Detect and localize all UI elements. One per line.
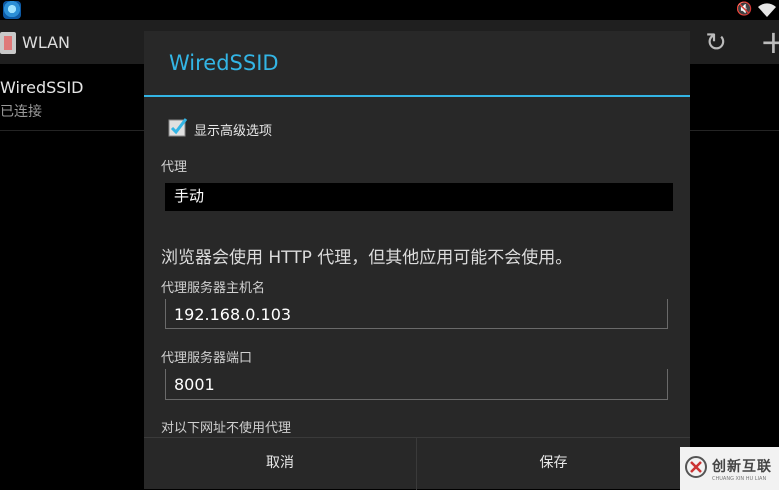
proxy-host-value: 192.168.0.103 (174, 305, 292, 324)
page-title: WLAN (22, 33, 71, 52)
bypass-label: 对以下网址不使用代理 (161, 421, 292, 436)
app-notification-icon (3, 1, 21, 19)
proxy-label: 代理 (161, 160, 188, 175)
add-network-icon[interactable]: + (760, 26, 779, 58)
advanced-options-checkbox[interactable] (168, 117, 188, 137)
advanced-options-label[interactable]: 显示高级选项 (194, 120, 272, 139)
network-dialog: WiredSSID 显示高级选项 代理 手动 浏览器会使用 HTTP 代理，但其… (144, 31, 690, 490)
mute-icon: 🔇 (736, 2, 753, 17)
proxy-host-input[interactable]: 192.168.0.103 (165, 299, 668, 329)
wlan-settings-icon (0, 32, 16, 54)
watermark-text: 创新互联 (712, 459, 772, 475)
port-label: 代理服务器端口 (161, 351, 253, 366)
proxy-warning: 浏览器会使用 HTTP 代理，但其他应用可能不会使用。 (161, 248, 573, 268)
dialog-button-bar: 取消 保存 (144, 437, 690, 490)
watermark-subtext: CHUANG XIN HU LIAN (712, 476, 767, 482)
dialog-title: WiredSSID (169, 51, 279, 75)
proxy-port-input[interactable]: 8001 (165, 369, 668, 400)
save-button[interactable]: 保存 (417, 438, 690, 490)
network-status: 已连接 (0, 104, 42, 120)
proxy-mode-value: 手动 (174, 187, 205, 205)
status-bar: 🔇 (0, 0, 779, 20)
watermark: 创新互联 CHUANG XIN HU LIAN (680, 447, 779, 490)
proxy-mode-select[interactable]: 手动 (165, 183, 673, 211)
host-label: 代理服务器主机名 (161, 281, 266, 296)
wifi-icon (758, 3, 776, 18)
title-divider (144, 95, 690, 97)
proxy-port-value: 8001 (174, 375, 215, 394)
watermark-logo-icon (685, 456, 707, 478)
cancel-button[interactable]: 取消 (144, 438, 416, 490)
refresh-icon[interactable]: ↻ (701, 29, 731, 57)
network-name[interactable]: WiredSSID (0, 78, 84, 97)
